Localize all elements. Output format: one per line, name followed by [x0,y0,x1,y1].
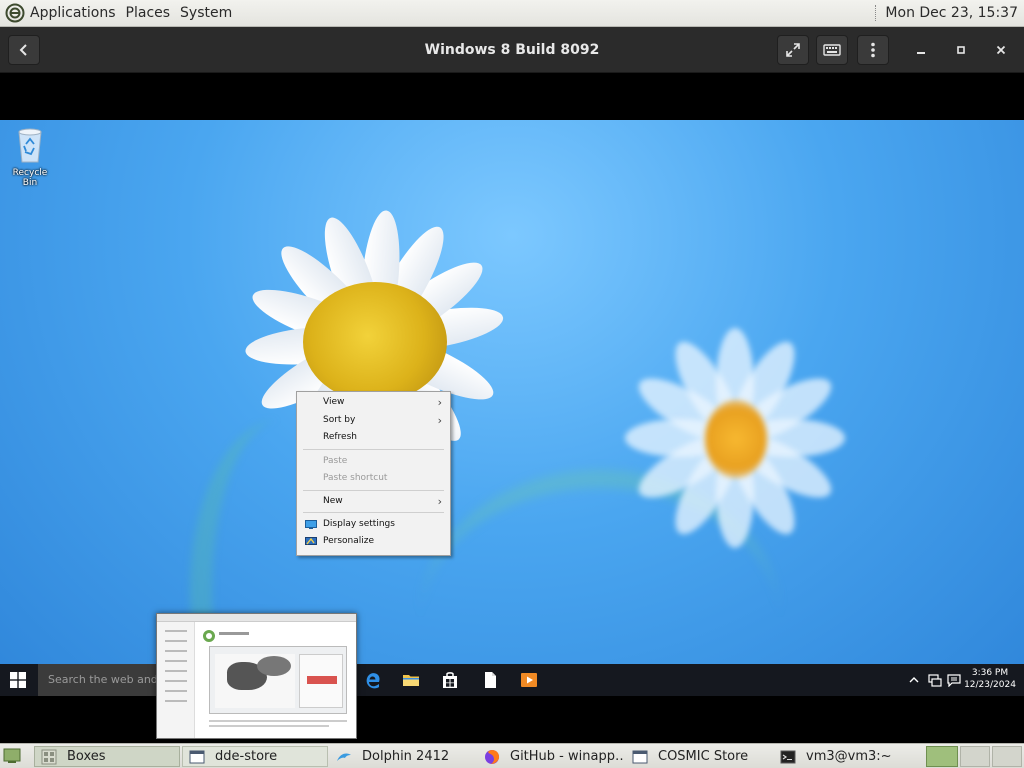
chevron-up-icon[interactable] [909,675,919,685]
kebab-menu-icon [871,42,875,58]
context-menu-item-personalize[interactable]: Personalize [297,533,450,550]
context-menu-item-refresh[interactable]: Refresh [297,429,450,446]
task-label: Dolphin 2412 [362,749,450,764]
menu-applications[interactable]: Applications [30,5,116,21]
desktop-icon-label: Recycle Bin [12,168,48,188]
context-menu-item-view[interactable]: View › [297,394,450,411]
task-boxes[interactable]: Boxes [34,746,180,767]
top-panel: Applications Places System Mon Dec 23, 1… [0,0,1024,27]
search-placeholder: Search the web and [48,673,158,686]
task-label: dde-store [215,749,278,764]
chevron-right-icon: › [437,495,442,508]
chevron-left-icon [19,44,27,56]
display-icon [305,520,317,529]
vm-display[interactable]: Recycle Bin View › Sort by › Refresh Pas… [0,73,1024,743]
menu-system[interactable]: System [180,5,232,21]
task-label: GitHub - winapp… [510,749,624,764]
file-explorer-icon[interactable] [402,671,420,689]
panel-right: Mon Dec 23, 15:37 [875,5,1024,21]
context-menu-item-sort-by[interactable]: Sort by › [297,412,450,429]
keyboard-icon [823,44,841,56]
firefox-icon [485,749,500,764]
menu-places[interactable]: Places [126,5,171,21]
desktop-context-menu: View › Sort by › Refresh Paste Paste sho… [296,391,451,556]
task-dolphin[interactable]: Dolphin 2412 [330,746,476,767]
task-dde-store[interactable]: dde-store [182,746,328,767]
menu-separator [303,449,444,450]
minimize-button[interactable] [906,35,936,65]
back-button[interactable] [8,35,40,65]
minimize-icon [917,52,925,54]
screen: Applications Places System Mon Dec 23, 1… [0,0,1024,768]
menu-item-label: New [323,496,343,506]
close-icon [996,45,1006,55]
clock-time: 3:36 PM [971,668,1009,678]
context-menu-item-display-settings[interactable]: Display settings [297,516,450,533]
task-label: Boxes [67,749,106,764]
fullscreen-button[interactable] [777,35,809,65]
workspace-3[interactable] [992,746,1022,767]
media-player-icon[interactable] [520,671,538,689]
notification-icon[interactable] [947,673,961,687]
dolphin-icon [337,752,351,761]
panel-separator [875,5,877,21]
task-label: COSMIC Store [658,749,749,764]
context-menu-item-new[interactable]: New › [297,493,450,510]
distro-logo-icon[interactable] [5,3,25,23]
task-label: vm3@vm3:~ [806,749,892,764]
context-menu-item-paste-shortcut[interactable]: Paste shortcut [297,470,450,487]
store-icon[interactable] [441,671,459,689]
window-icon [632,750,648,763]
menu-item-label: Display settings [323,519,395,529]
bottom-panel: Boxes dde-store Dolphin 2412 GitHub - wi… [0,743,1024,768]
windows-start-icon[interactable] [10,672,26,688]
keyboard-button[interactable] [816,35,848,65]
personalize-icon [305,537,317,545]
menu-item-label: Personalize [323,536,375,546]
recycle-bin-icon [18,128,42,163]
task-github[interactable]: GitHub - winapp… [478,746,624,767]
edge-icon[interactable] [364,671,382,689]
windows-taskbar: Search the web and 3:36 PM 12/23/2024 [0,664,1024,696]
window-icon [189,750,205,763]
task-terminal[interactable]: vm3@vm3:~ [774,746,920,767]
menu-item-label: Sort by [323,415,356,425]
windows-desktop[interactable]: Recycle Bin View › Sort by › Refresh Pas… [0,120,1024,696]
panel-menus: Applications Places System [0,0,247,27]
panel-clock[interactable]: Mon Dec 23, 15:37 [885,5,1018,21]
boxes-header-bar: Windows 8 Build 8092 [0,27,1024,73]
fullscreen-icon [786,43,800,57]
menu-item-label: View [323,397,345,407]
desktop-icon-recycle-bin[interactable]: Recycle Bin [6,126,54,188]
chevron-right-icon: › [437,396,442,409]
maximize-icon [957,46,965,54]
workspace-2[interactable] [960,746,990,767]
network-icon[interactable] [928,673,942,687]
windows-clock[interactable]: 3:36 PM 12/23/2024 [964,667,1016,691]
menu-button[interactable] [857,35,889,65]
close-button[interactable] [986,35,1016,65]
window-preview-thumbnail[interactable] [156,613,357,739]
maximize-button[interactable] [946,35,976,65]
menu-separator [303,512,444,513]
document-icon[interactable] [481,671,499,689]
menu-item-label: Paste [323,456,348,466]
menu-separator [303,490,444,491]
chevron-right-icon: › [437,414,442,427]
terminal-icon [780,750,796,763]
menu-item-label: Refresh [323,432,357,442]
task-cosmic-store[interactable]: COSMIC Store [626,746,772,767]
clock-date: 12/23/2024 [964,680,1016,690]
menu-item-label: Paste shortcut [323,473,388,483]
workspace-1[interactable] [926,746,958,767]
context-menu-item-paste[interactable]: Paste [297,453,450,470]
show-desktop-icon[interactable] [3,748,21,764]
boxes-icon [41,749,57,764]
